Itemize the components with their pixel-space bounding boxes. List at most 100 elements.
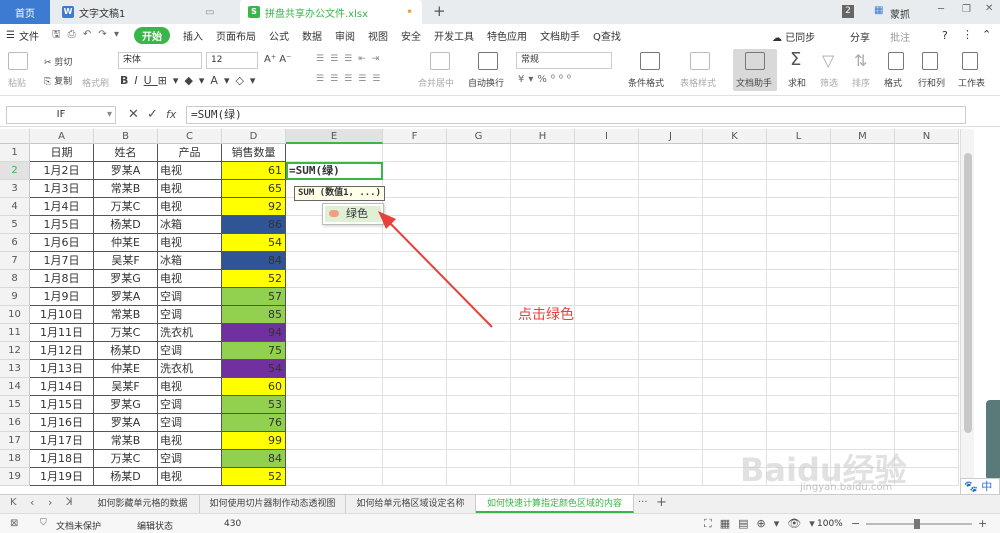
vertical-scrollbar[interactable]	[960, 129, 974, 494]
collapse-ribbon-icon[interactable]: ⌃	[982, 28, 991, 41]
product-cell[interactable]: 电视	[158, 378, 222, 396]
paste-button[interactable]: 粘贴	[8, 76, 26, 89]
row-header[interactable]: 1	[0, 144, 30, 162]
worksheet-button[interactable]: 工作表	[958, 76, 985, 89]
column-header[interactable]: I	[575, 129, 639, 144]
empty-cell[interactable]	[511, 468, 575, 486]
date-cell[interactable]: 1月9日	[30, 288, 94, 306]
menu-data[interactable]: 数据	[302, 28, 322, 43]
sum-button[interactable]: 求和	[788, 76, 806, 89]
empty-cell[interactable]	[575, 198, 639, 216]
empty-cell[interactable]	[511, 396, 575, 414]
product-cell[interactable]: 电视	[158, 180, 222, 198]
empty-cell[interactable]	[511, 414, 575, 432]
empty-cell[interactable]	[511, 162, 575, 180]
empty-cell[interactable]	[895, 342, 959, 360]
row-header[interactable]: 11	[0, 324, 30, 342]
sales-cell[interactable]: 60	[222, 378, 286, 396]
column-header[interactable]: N	[895, 129, 959, 144]
share-button[interactable]: 分享	[850, 29, 870, 44]
empty-cell[interactable]	[767, 252, 831, 270]
column-header[interactable]: J	[639, 129, 703, 144]
format-button[interactable]: 格式	[884, 76, 902, 89]
sheet-tab-active[interactable]: 如何快速计算指定颜色区域的内容	[476, 495, 634, 513]
date-cell[interactable]: 1月18日	[30, 450, 94, 468]
add-sheet-button[interactable]: +	[656, 495, 667, 510]
quick-access-icons[interactable]: 🖫 ⎙ ↶ ↷ ▾	[52, 27, 121, 44]
more-icon[interactable]: ⋮	[962, 28, 973, 41]
product-cell[interactable]: 电视	[158, 432, 222, 450]
empty-cell[interactable]	[895, 414, 959, 432]
last-sheet-icon[interactable]: ꓘ	[66, 497, 73, 508]
sum-icon[interactable]: Σ	[790, 49, 801, 70]
column-header[interactable]: M	[831, 129, 895, 144]
empty-cell[interactable]	[831, 306, 895, 324]
empty-cell[interactable]	[703, 360, 767, 378]
empty-cell[interactable]	[286, 378, 383, 396]
empty-cell[interactable]	[703, 324, 767, 342]
empty-cell[interactable]	[511, 450, 575, 468]
empty-cell[interactable]	[383, 360, 447, 378]
product-cell[interactable]: 冰箱	[158, 252, 222, 270]
product-cell[interactable]: 电视	[158, 162, 222, 180]
empty-cell[interactable]	[383, 432, 447, 450]
empty-cell[interactable]	[447, 162, 511, 180]
sales-cell[interactable]: 99	[222, 432, 286, 450]
name-cell[interactable]: 罗某G	[94, 270, 158, 288]
zoom-in-icon[interactable]: +	[978, 517, 987, 530]
product-cell[interactable]: 洗衣机	[158, 360, 222, 378]
empty-cell[interactable]	[511, 432, 575, 450]
side-panel-handle[interactable]	[986, 400, 1000, 480]
row-header[interactable]: 7	[0, 252, 30, 270]
empty-cell[interactable]	[831, 162, 895, 180]
row-header[interactable]: 14	[0, 378, 30, 396]
empty-cell[interactable]	[575, 324, 639, 342]
empty-cell[interactable]	[639, 432, 703, 450]
column-header[interactable]: B	[94, 129, 158, 144]
row-header[interactable]: 18	[0, 450, 30, 468]
format-painter-button[interactable]: 格式刷	[82, 76, 109, 89]
window-count-badge[interactable]: 2	[842, 5, 854, 18]
conditional-format-button[interactable]: 条件格式	[628, 76, 664, 89]
empty-cell[interactable]	[831, 180, 895, 198]
empty-cell[interactable]	[383, 342, 447, 360]
empty-cell[interactable]	[895, 216, 959, 234]
empty-cell[interactable]	[447, 468, 511, 486]
sort-button[interactable]: 排序	[852, 76, 870, 89]
help-button[interactable]: ?	[942, 29, 948, 42]
empty-cell[interactable]	[286, 432, 383, 450]
empty-cell[interactable]	[895, 252, 959, 270]
menu-review[interactable]: 审阅	[335, 28, 355, 43]
format-icon[interactable]	[888, 52, 904, 70]
empty-cell[interactable]	[639, 270, 703, 288]
empty-cell[interactable]	[831, 234, 895, 252]
empty-cell[interactable]	[703, 342, 767, 360]
empty-cell[interactable]	[286, 396, 383, 414]
empty-cell[interactable]	[511, 360, 575, 378]
empty-cell[interactable]	[831, 342, 895, 360]
empty-cell[interactable]	[703, 180, 767, 198]
date-cell[interactable]: 1月13日	[30, 360, 94, 378]
name-cell[interactable]: 罗某G	[94, 396, 158, 414]
empty-cell[interactable]	[767, 144, 831, 162]
row-header[interactable]: 5	[0, 216, 30, 234]
header-cell[interactable]: 日期	[30, 144, 94, 162]
view-mode-icons[interactable]: ⛶▦▤⊕▾👁▾	[704, 517, 823, 531]
sales-cell[interactable]: 75	[222, 342, 286, 360]
empty-cell[interactable]	[383, 162, 447, 180]
document-protection-status[interactable]: 文档未保护	[56, 519, 101, 532]
sales-cell[interactable]: 61	[222, 162, 286, 180]
empty-cell[interactable]	[639, 234, 703, 252]
empty-cell[interactable]	[639, 378, 703, 396]
first-sheet-icon[interactable]: K	[10, 497, 17, 508]
row-header[interactable]: 4	[0, 198, 30, 216]
row-header[interactable]: 10	[0, 306, 30, 324]
date-cell[interactable]: 1月17日	[30, 432, 94, 450]
empty-cell[interactable]	[383, 414, 447, 432]
sales-cell[interactable]: 52	[222, 270, 286, 288]
empty-cell[interactable]	[286, 234, 383, 252]
empty-cell[interactable]	[639, 144, 703, 162]
empty-cell[interactable]	[511, 216, 575, 234]
name-cell[interactable]: 万某C	[94, 198, 158, 216]
worksheet-icon[interactable]	[962, 52, 978, 70]
